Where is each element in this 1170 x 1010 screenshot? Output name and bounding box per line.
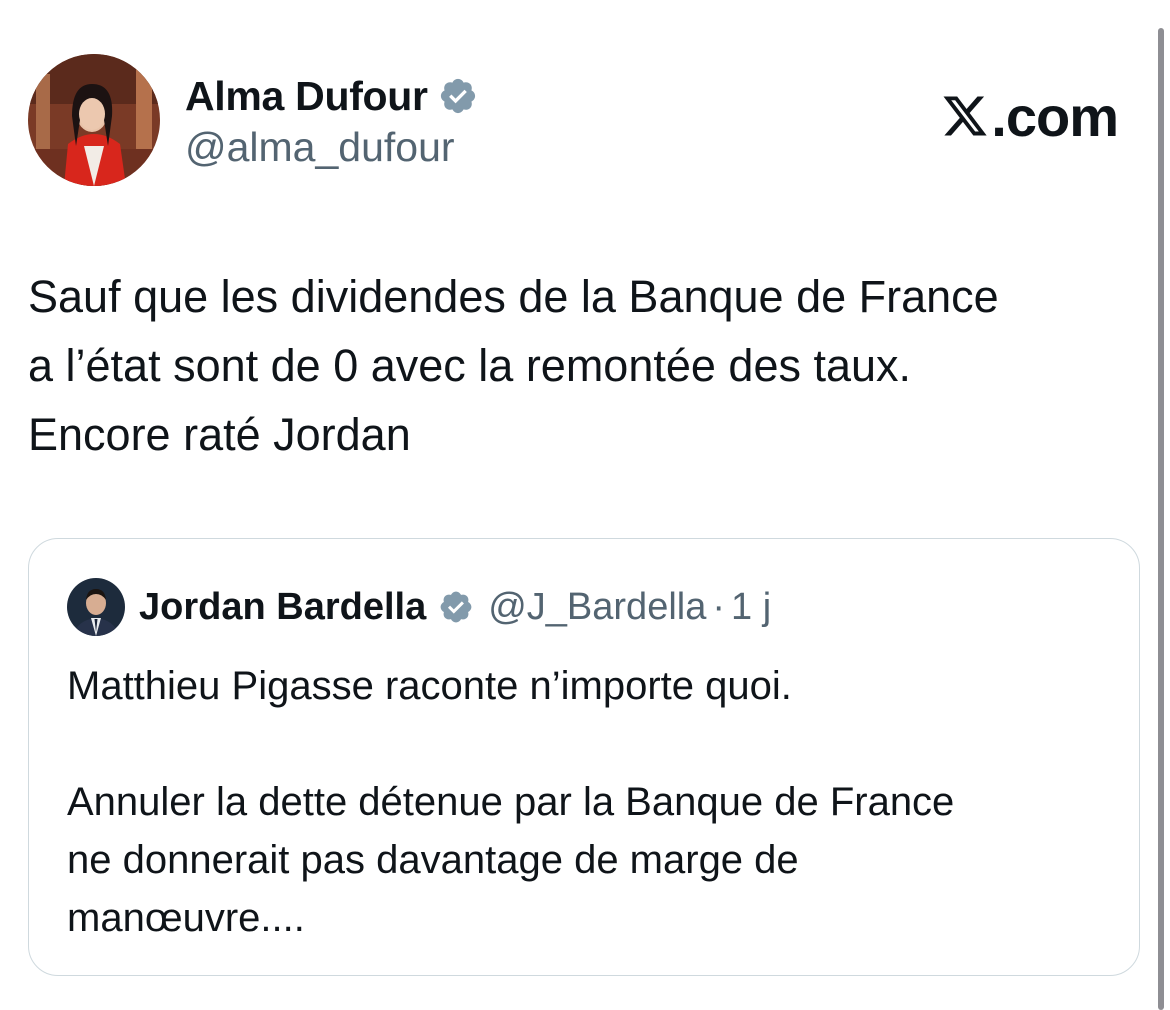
author-name-row: Alma Dufour <box>185 68 478 124</box>
verified-badge-icon[interactable] <box>438 589 474 625</box>
quoted-timestamp[interactable]: 1 j <box>731 586 771 629</box>
author-name[interactable]: Alma Dufour <box>185 73 428 120</box>
x-com-logo: .com <box>941 84 1119 148</box>
quoted-author-handle[interactable]: @J_Bardella <box>488 586 706 629</box>
scrollbar[interactable] <box>1158 28 1164 1010</box>
tweet-text: Sauf que les dividendes de la Banque de … <box>28 271 999 460</box>
quoted-tweet-header: Jordan Bardella @J_Bardella · 1 j <box>67 577 771 637</box>
x-domain-text: .com <box>991 84 1119 148</box>
separator-dot: · <box>712 585 726 628</box>
author-handle[interactable]: @alma_dufour <box>185 124 455 171</box>
quoted-tweet[interactable]: Jordan Bardella @J_Bardella · 1 j Matthi… <box>28 538 1140 976</box>
quoted-author-name[interactable]: Jordan Bardella <box>139 586 426 629</box>
quoted-author-avatar[interactable] <box>67 578 125 636</box>
author-avatar[interactable] <box>28 54 160 186</box>
quoted-tweet-text: Matthieu Pigasse raconte n’importe quoi.… <box>67 664 955 940</box>
verified-badge-icon[interactable] <box>438 76 478 116</box>
x-logo-icon <box>943 96 987 136</box>
tweet-header: Alma Dufour @alma_dufour .com <box>28 54 1119 189</box>
